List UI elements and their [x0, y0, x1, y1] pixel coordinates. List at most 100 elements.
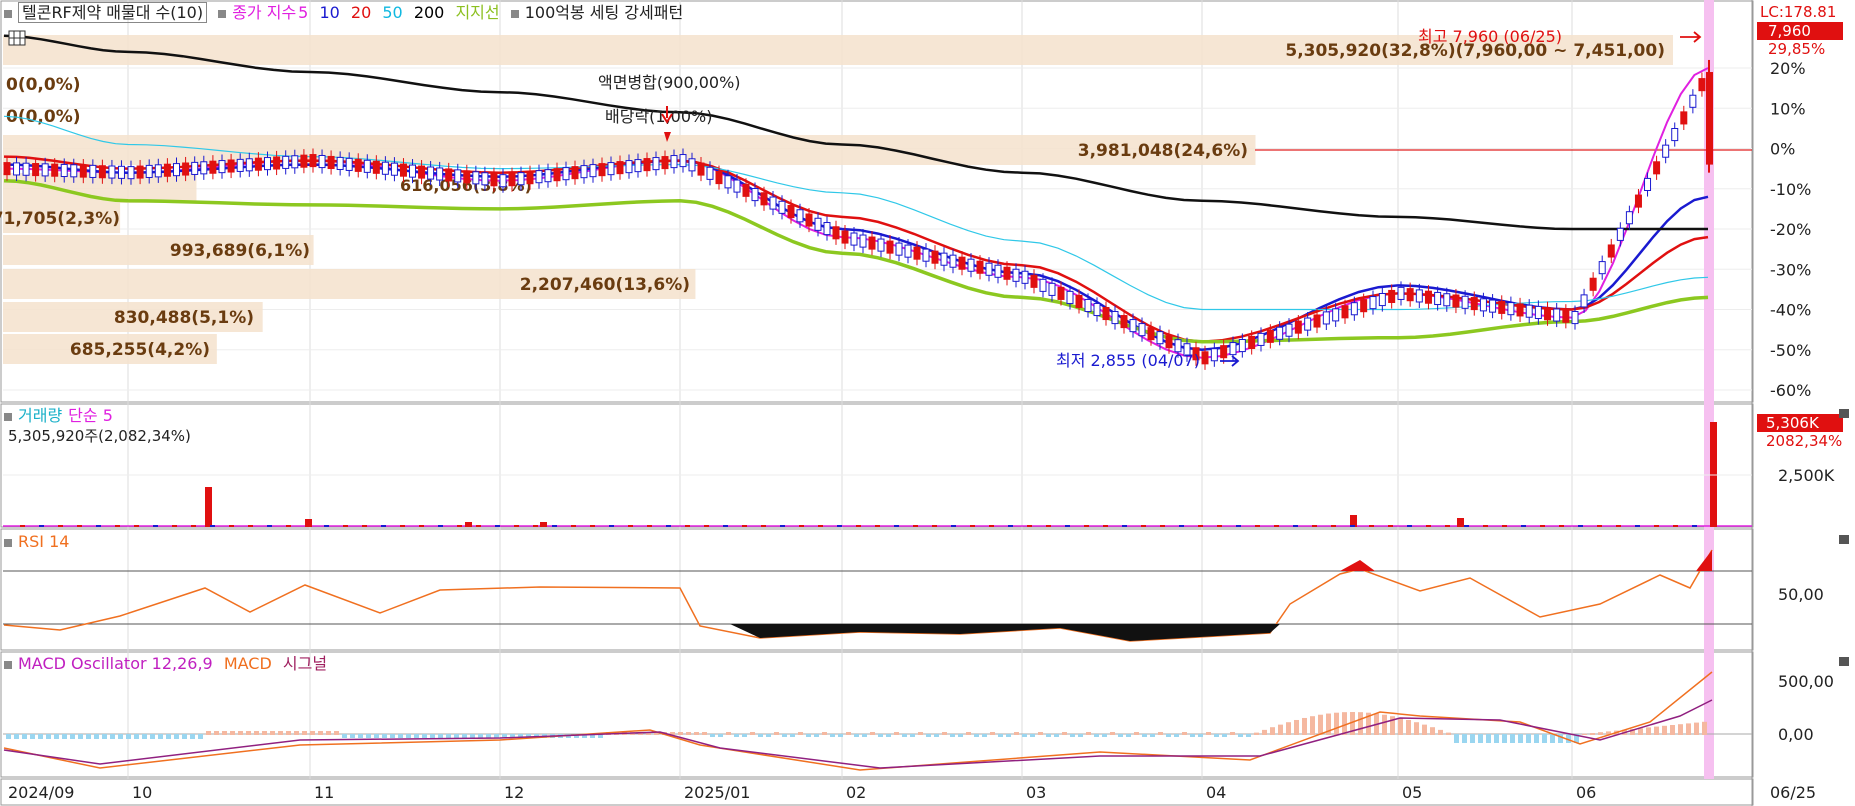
macd-histogram-bar	[1014, 732, 1019, 735]
macd-histogram-bar	[766, 734, 771, 737]
macd-label[interactable]: MACD	[224, 654, 272, 673]
volume-bar	[191, 525, 196, 527]
ma-period-10[interactable]: 10	[319, 3, 339, 22]
zero-label: 0(0,0%)	[6, 75, 81, 95]
volume-bar	[1635, 525, 1640, 527]
candle-body	[1229, 342, 1237, 356]
volume-bar	[533, 525, 538, 527]
macd-axis-tick: 0,00	[1778, 725, 1814, 744]
volume-bar	[989, 525, 994, 527]
macd-histogram-bar	[1334, 712, 1339, 735]
macd-histogram-bar	[846, 732, 851, 735]
volume-summary: 5,305,920주(2,082,34%)	[8, 427, 191, 445]
macd-histogram-bar	[14, 734, 19, 739]
stock-chart[interactable]: 20% 10% 0% -10% -20% -30% -40% -50% -60% 5,305,92…	[0, 0, 1855, 806]
volume-bar	[514, 525, 519, 527]
volume-ma-label[interactable]: 단순 5	[68, 406, 113, 425]
volume-bar	[476, 525, 481, 527]
x-axis-tick: 05	[1402, 783, 1422, 802]
macd-histogram-bar	[310, 731, 315, 735]
macd-histogram-bar	[1526, 734, 1531, 743]
volume-bar	[1312, 525, 1317, 527]
candle-body	[1434, 291, 1442, 306]
macd-histogram-bar	[118, 734, 123, 739]
macd-histogram-bar	[854, 734, 859, 737]
macd-histogram-bar	[1398, 717, 1403, 735]
macd-histogram-bar	[1230, 732, 1235, 735]
macd-histogram-bar	[278, 731, 283, 735]
macd-histogram-bar	[142, 734, 147, 739]
candle-body	[1580, 294, 1588, 308]
volume-bar	[1122, 525, 1127, 527]
time-axis-frame	[0, 778, 1754, 806]
candle-body	[32, 163, 40, 177]
volume-bar	[305, 525, 310, 527]
x-axis-tick: 03	[1026, 783, 1046, 802]
candle-body	[1589, 277, 1597, 291]
volume-bar	[20, 525, 25, 527]
candle-body	[517, 172, 525, 186]
candle-body	[1653, 161, 1661, 175]
macd-histogram-bar	[1038, 732, 1043, 735]
x-axis-tick: 2025/01	[684, 783, 750, 802]
ma-period-5[interactable]: 5	[298, 3, 308, 22]
macd-histogram-bar	[134, 734, 139, 739]
macd-histogram-bar	[806, 734, 811, 737]
macd-histogram-bar	[1278, 724, 1283, 735]
rsi-panel-header: RSI 14	[4, 532, 75, 552]
candle-body	[1285, 323, 1293, 337]
macd-panel-toggle-button[interactable]	[1839, 657, 1849, 666]
rsi-title[interactable]: RSI 14	[18, 532, 69, 551]
signal-label[interactable]: 시그널	[283, 654, 327, 673]
low-annotation: 최저 2,855 (04/07)	[1056, 351, 1200, 370]
volume-bar	[205, 487, 212, 527]
candle-body	[127, 166, 135, 180]
volume-bar	[704, 525, 709, 527]
price-axis-tick: -30%	[1770, 260, 1811, 279]
candle-body	[670, 155, 678, 169]
macd-histogram-bar	[166, 734, 171, 739]
candle-body	[886, 240, 894, 254]
macd-histogram-bar	[1494, 734, 1499, 743]
volume-bar	[1236, 525, 1241, 527]
candle-body	[1470, 297, 1478, 311]
rsi-panel-toggle-button[interactable]	[1839, 535, 1849, 544]
ma-period-20[interactable]: 20	[351, 3, 371, 22]
candle-body	[381, 161, 389, 175]
price-axis-tick: -60%	[1770, 381, 1811, 400]
macd-histogram-bar	[318, 731, 323, 735]
price-axis-tick: -50%	[1770, 341, 1811, 360]
pattern-label[interactable]: 100억봉 세팅 강세패턴	[525, 3, 683, 22]
volume-title[interactable]: 거래량	[18, 406, 62, 425]
candle-body	[1238, 338, 1246, 353]
volume-bar	[1198, 525, 1203, 527]
candle-body	[976, 260, 984, 274]
macd-histogram-bar	[462, 734, 467, 738]
support-line-label[interactable]: 지지선	[455, 3, 499, 22]
volume-panel-toggle-button[interactable]	[1839, 409, 1849, 418]
macd-histogram-bar	[38, 734, 43, 739]
macd-osc-title[interactable]: MACD Oscillator 12,26,9	[18, 654, 213, 673]
macd-histogram-bar	[334, 731, 339, 735]
ma-label[interactable]: 종가 지수	[232, 3, 296, 22]
candle-body	[661, 156, 669, 170]
macd-histogram-bar	[774, 732, 779, 735]
stock-title[interactable]: 텔콘RF제약 매물대 수(10)	[18, 2, 208, 23]
macd-histogram-bar	[190, 734, 195, 739]
macd-histogram-bar	[782, 734, 787, 737]
macd-histogram-bar	[1462, 734, 1467, 743]
candle-body	[580, 165, 588, 179]
candle-body	[273, 156, 281, 170]
candle-body	[264, 157, 271, 171]
candle-body	[79, 164, 87, 178]
candle-body	[1516, 303, 1524, 317]
candle-body	[1507, 302, 1515, 316]
volume-bar	[1457, 518, 1464, 527]
macd-histogram-bar	[1678, 724, 1683, 735]
macd-axis-tick: 500,00	[1778, 672, 1834, 691]
price-panel-header: 텔콘RF제약 매물대 수(10) 종가 지수 5 10 20 50 200 지지선…	[4, 2, 689, 23]
ma-period-200[interactable]: 200	[414, 3, 445, 22]
macd-histogram-bar	[30, 734, 35, 739]
ma-period-50[interactable]: 50	[382, 3, 402, 22]
volume-bar	[1027, 525, 1032, 527]
